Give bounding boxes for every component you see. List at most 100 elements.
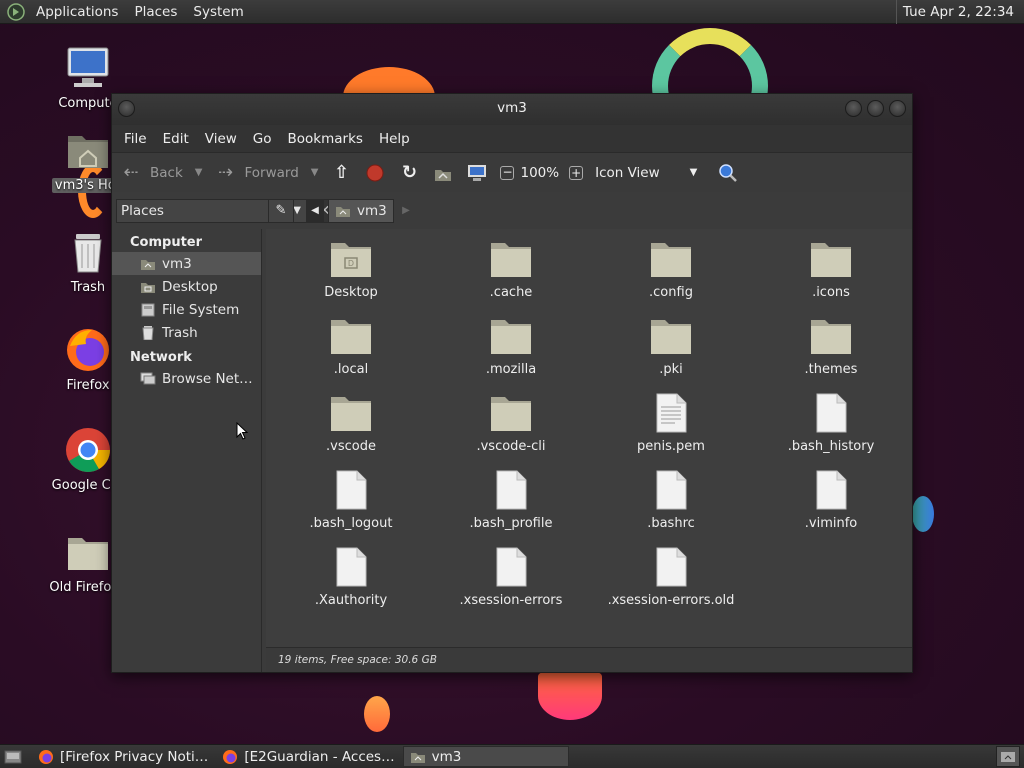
computer-button[interactable] [466, 162, 488, 184]
taskbar-item-firefox-privacy[interactable]: [Firefox Privacy Noti… [32, 746, 214, 767]
view-mode-label: Icon View [595, 164, 660, 181]
file-item[interactable]: .themes [751, 316, 911, 377]
menu-view[interactable]: View [197, 131, 245, 147]
text-file-icon [649, 393, 693, 433]
minimize-button[interactable] [845, 100, 862, 117]
file-item[interactable]: .config [591, 239, 751, 300]
file-name: .local [333, 362, 369, 377]
menu-help[interactable]: Help [371, 131, 418, 147]
file-item[interactable]: .bash_logout [271, 470, 431, 531]
sidebar-item-file-system[interactable]: File System [112, 298, 261, 321]
places-dropdown-label: Places [121, 203, 164, 219]
top-panel: Applications Places System Tue Apr 2, 22… [0, 0, 1024, 24]
file-item[interactable]: .vscode [271, 393, 431, 454]
menu-file[interactable]: File [116, 131, 155, 147]
home-button[interactable] [432, 162, 454, 184]
places-menu[interactable]: Places [126, 4, 185, 20]
sidebar-item-desktop[interactable]: Desktop [112, 275, 261, 298]
maximize-button[interactable] [867, 100, 884, 117]
zoom-out-icon[interactable]: − [500, 165, 515, 180]
file-icon [809, 393, 853, 433]
sidebar-item-browse-network[interactable]: Browse Net… [112, 367, 261, 390]
file-item[interactable]: .Xauthority [271, 547, 431, 608]
file-icon [809, 470, 853, 510]
sidebar-item-label: Trash [162, 324, 198, 341]
file-item[interactable]: .local [271, 316, 431, 377]
folder-icon [329, 316, 373, 356]
desktop-icon-label: Firefox [66, 378, 110, 393]
folder-icon [489, 316, 533, 356]
applications-menu[interactable]: Applications [28, 4, 126, 20]
reload-button[interactable]: ↻ [398, 162, 420, 184]
file-item[interactable]: D Desktop [271, 239, 431, 300]
places-dropdown-arrow-icon: ▼ [293, 205, 301, 216]
back-history-dropdown-icon[interactable]: ▼ [195, 167, 203, 178]
file-icon-view[interactable]: D Desktop .cache .config .icons .local .mozill… [266, 229, 912, 647]
stop-icon [366, 164, 384, 181]
file-item[interactable]: .vscode-cli [431, 393, 591, 454]
taskbar-item-e2guardian[interactable]: [E2Guardian - Acces… [216, 746, 400, 767]
menu-edit[interactable]: Edit [155, 131, 197, 147]
file-item[interactable]: .icons [751, 239, 911, 300]
file-name: .viminfo [804, 516, 858, 531]
zoom-level[interactable]: 100% [520, 165, 559, 181]
file-name: .pki [659, 362, 683, 377]
taskbar-item-vm3[interactable]: vm3 [402, 746, 569, 767]
menu-go[interactable]: Go [245, 131, 280, 147]
file-item[interactable]: .cache [431, 239, 591, 300]
file-icon [329, 470, 373, 510]
window-menu-button[interactable] [118, 100, 135, 117]
forward-button[interactable]: ⇢ Forward ▼ [214, 162, 319, 184]
file-name: .bashrc [647, 516, 695, 531]
trash-icon [64, 228, 112, 276]
sidebar-header-network: Network [130, 350, 192, 365]
search-icon [719, 163, 738, 182]
back-button[interactable]: ⇠ Back ▼ [120, 162, 202, 184]
sidebar-item-trash[interactable]: Trash [112, 321, 261, 344]
file-item[interactable]: .xsession-errors [431, 547, 591, 608]
sidebar-item-vm3[interactable]: vm3 [112, 252, 261, 275]
places-sidebar: Computer vm3 Desktop File System Trash N… [112, 229, 262, 672]
drive-icon [141, 303, 155, 316]
file-item[interactable]: .pki [591, 316, 751, 377]
path-right-arrow-icon[interactable]: ▶ [398, 199, 414, 223]
home-folder-icon [64, 126, 112, 174]
file-item[interactable]: .bash_profile [431, 470, 591, 531]
window-titlebar[interactable]: vm3 [112, 94, 912, 125]
file-item[interactable]: .bashrc [591, 470, 751, 531]
file-name: .bash_profile [469, 516, 553, 531]
clock[interactable]: Tue Apr 2, 22:34 [895, 0, 1020, 24]
sidebar-item-label: File System [162, 301, 240, 318]
window-title: vm3 [497, 100, 527, 116]
file-name: .icons [812, 285, 850, 300]
taskbar-item-label: [E2Guardian - Acces… [244, 748, 395, 765]
file-item[interactable]: .xsession-errors.old [591, 547, 751, 608]
file-item[interactable]: .bash_history [751, 393, 911, 454]
close-button[interactable] [889, 100, 906, 117]
stop-button[interactable] [364, 162, 386, 184]
distro-logo-icon[interactable] [6, 2, 26, 22]
file-item[interactable]: penis.pem [591, 393, 751, 454]
home-icon [336, 207, 350, 217]
system-menu[interactable]: System [185, 4, 251, 20]
forward-history-dropdown-icon[interactable]: ▼ [311, 167, 319, 178]
search-button[interactable] [717, 162, 739, 184]
folder-icon [64, 528, 112, 576]
file-item[interactable]: .viminfo [751, 470, 911, 531]
status-bar: 19 items, Free space: 30.6 GB [266, 647, 912, 672]
menu-bookmarks[interactable]: Bookmarks [280, 131, 371, 147]
firefox-icon [223, 749, 238, 764]
up-button[interactable]: ⇧ [330, 162, 352, 184]
show-desktop-button[interactable] [0, 746, 26, 768]
folder-icon [809, 316, 853, 356]
location-bar: Places ▼ ✕ ✎ ◀ vm3 ▶ [112, 193, 912, 229]
path-left-arrow-icon[interactable]: ◀ [306, 199, 324, 223]
back-label: Back [150, 164, 183, 181]
sidebar-item-label: vm3 [162, 255, 192, 272]
path-button-vm3[interactable]: vm3 [328, 199, 394, 223]
zoom-in-icon[interactable]: + [569, 165, 584, 180]
workspace-switcher[interactable] [996, 746, 1020, 767]
view-mode-select[interactable]: Icon View ▼ [595, 165, 697, 181]
file-item[interactable]: .mozilla [431, 316, 591, 377]
edit-location-button[interactable]: ✎ [268, 199, 294, 223]
